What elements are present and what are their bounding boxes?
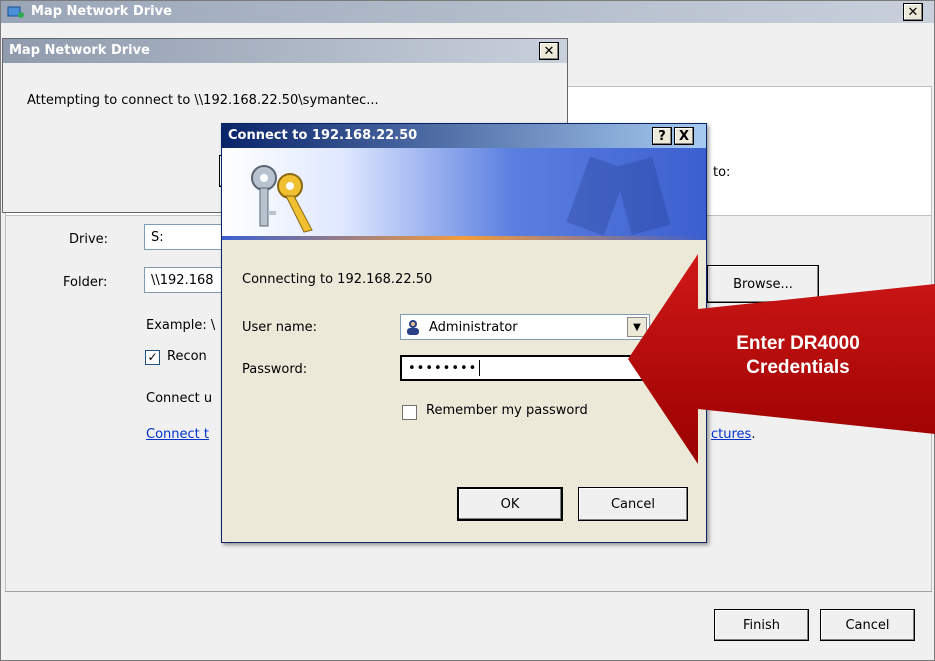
footer-divider: [5, 591, 932, 592]
window-title-bar: Map Network Drive ✕: [1, 1, 934, 23]
ok-button[interactable]: OK: [457, 487, 563, 521]
window-title: Map Network Drive: [31, 4, 172, 19]
progress-message: Attempting to connect to \\192.168.22.50…: [27, 93, 379, 108]
password-input[interactable]: ••••••••: [400, 355, 650, 381]
window-close-button[interactable]: ✕: [903, 3, 923, 21]
login-banner: [222, 148, 706, 240]
annotation-line2: Credentials: [746, 357, 850, 378]
username-label: User name:: [242, 320, 318, 335]
help-button[interactable]: ?: [652, 127, 672, 145]
progress-close-button[interactable]: ✕: [539, 42, 559, 60]
login-title: Connect to 192.168.22.50: [228, 128, 418, 143]
connecting-text: Connecting to 192.168.22.50: [242, 272, 433, 287]
network-drive-icon: [7, 4, 25, 20]
annotation-line1: Enter DR4000: [736, 333, 860, 354]
keys-icon: [242, 156, 322, 236]
login-close-button[interactable]: X: [674, 127, 694, 145]
to-text: to:: [713, 165, 731, 180]
login-title-bar: Connect to 192.168.22.50 ? X: [222, 124, 706, 148]
wizard-cancel-button[interactable]: Cancel: [820, 609, 915, 641]
username-combobox[interactable]: Administrator ▼: [400, 314, 650, 340]
login-cancel-button[interactable]: Cancel: [578, 487, 688, 521]
remember-password-label: Remember my password: [426, 403, 588, 418]
user-icon: [405, 319, 421, 335]
annotation-text: Enter DR4000 Credentials: [698, 332, 898, 380]
progress-title: Map Network Drive: [9, 43, 150, 58]
progress-title-bar: Map Network Drive ✕: [3, 39, 567, 63]
password-label: Password:: [242, 362, 308, 377]
banner-underline: [222, 236, 706, 240]
finish-button[interactable]: Finish: [714, 609, 809, 641]
remember-password-checkbox[interactable]: [402, 405, 417, 420]
text-cursor: [479, 360, 481, 376]
annotation-arrow: Enter DR4000 Credentials: [628, 254, 935, 464]
banner-watermark: [562, 156, 672, 240]
